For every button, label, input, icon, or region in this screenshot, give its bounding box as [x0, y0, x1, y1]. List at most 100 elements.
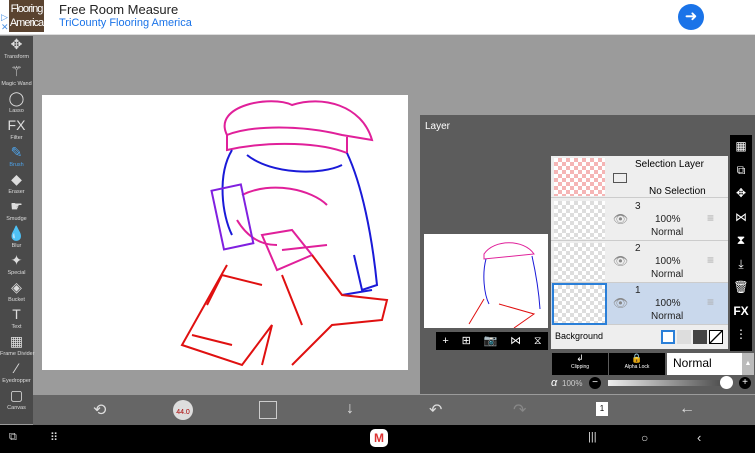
more-icon[interactable]: ⋮ — [730, 323, 752, 347]
alpha-slider-knob[interactable] — [720, 376, 733, 389]
tool-smudge[interactable]: ☛ Smudge — [0, 198, 33, 225]
canvas-icon: ▢ — [9, 387, 24, 403]
blend-mode-select[interactable]: Normal — [667, 353, 742, 375]
ad-choices-icon[interactable]: ▷ ✕ — [1, 12, 9, 32]
add-layer-icon[interactable]: + — [442, 332, 448, 350]
text-icon: T — [12, 306, 21, 322]
alpha-symbol: α — [551, 377, 558, 389]
alpha-increase-button[interactable]: + — [739, 377, 751, 389]
recents-icon[interactable]: ||| — [588, 431, 597, 443]
bg-transparent-option[interactable] — [677, 330, 691, 344]
ad-subtitle[interactable]: TriCounty Flooring America — [59, 17, 192, 29]
tool-label: Transform — [4, 54, 29, 60]
tool-label: Special — [7, 270, 26, 276]
alpha-slider[interactable] — [608, 380, 730, 386]
camera-icon[interactable]: 📷 — [484, 332, 498, 350]
bottom-toolbar: ⟲ 44.0 ↓ ↶ ↷ 1 ← — [33, 395, 755, 425]
lasso-icon: ◯ — [8, 90, 25, 106]
trash-icon[interactable]: 🗑 — [730, 276, 752, 300]
bucket-icon: ◈ — [11, 279, 22, 295]
directions-icon[interactable]: ➜ — [678, 4, 704, 30]
layer-number: 2 — [635, 243, 641, 254]
tool-label: Smudge — [6, 216, 27, 222]
tool-blur[interactable]: 💧 Blur — [0, 225, 33, 252]
tool-text[interactable]: T Text — [0, 306, 33, 333]
drag-handle-icon[interactable]: ≡ — [707, 211, 714, 225]
layer-row[interactable]: 👁 2 100% Normal ≡ — [551, 241, 728, 283]
ad-title[interactable]: Free Room Measure — [59, 2, 178, 17]
system-nav-bar: ⧉ ⠿ M ||| ○ ‹ — [0, 425, 755, 453]
eye-icon[interactable]: 👁 — [613, 296, 628, 310]
flip-v-icon[interactable]: ⧗ — [730, 229, 752, 253]
tool-brush[interactable]: ✎ Brush — [0, 144, 33, 171]
tool-bucket[interactable]: ◈ Bucket — [0, 279, 33, 306]
eye-icon[interactable]: 👁 — [613, 212, 628, 226]
selection-layer-row[interactable]: Selection Layer No Selection — [551, 156, 728, 198]
background-row: Background — [551, 326, 728, 349]
back-arrow-icon[interactable]: ← — [679, 400, 695, 418]
bg-white-option[interactable] — [661, 330, 675, 344]
layer-list: Selection Layer No Selection 👁 3 100% Norma… — [551, 156, 728, 349]
layer-blend-mode: Normal — [651, 311, 684, 322]
alpha-value: 100% — [562, 379, 583, 388]
tool-label: Frame Divider — [0, 351, 35, 357]
tool-magic-wand[interactable]: ⚚ Magic Wand — [0, 63, 33, 90]
blend-dropdown-icon[interactable]: ▲ — [742, 353, 754, 375]
pages-button[interactable]: 1 — [596, 402, 608, 416]
tool-label: Text — [11, 324, 22, 330]
fx-icon[interactable]: FX — [730, 300, 752, 324]
app-drawer-icon[interactable]: ⠿ — [50, 431, 58, 444]
tool-frame-divider[interactable]: ▦ Frame Divider — [0, 333, 35, 360]
layer-row[interactable]: 👁 1 100% Normal ≡ — [551, 283, 728, 325]
blend-mode-value: Normal — [673, 356, 712, 370]
merge-down-icon[interactable]: ⤓ — [730, 253, 752, 277]
tool-transform[interactable]: ✥ Transform — [0, 36, 33, 63]
screenshot-icon[interactable]: ⧉ — [9, 431, 17, 444]
bg-none-option[interactable] — [709, 330, 723, 344]
color-swap-icon[interactable]: ⟲ — [93, 400, 106, 420]
alpha-lock-button[interactable]: 🔒 Alpha Lock — [609, 353, 665, 375]
frame-divider-icon: ▦ — [9, 333, 24, 349]
drag-handle-icon[interactable]: ≡ — [707, 295, 714, 309]
checkerboard-icon[interactable]: ▦ — [730, 135, 752, 159]
layer-opacity: 100% — [655, 298, 681, 309]
tool-label: Bucket — [8, 297, 25, 303]
brush-size-button[interactable]: 44.0 — [173, 400, 193, 420]
background-label: Background — [555, 331, 604, 341]
drawing-canvas[interactable] — [42, 95, 408, 370]
tool-filter[interactable]: FX Filter — [0, 117, 33, 144]
layer-number: 1 — [635, 285, 641, 296]
layer-panel: Layer + ⊞ 📷 ⋈ ⧖ Selection Layer No Selec… — [420, 115, 755, 394]
flip-vertical-icon[interactable]: ⧖ — [534, 332, 542, 350]
drag-handle-icon[interactable]: ≡ — [707, 253, 714, 267]
move-icon[interactable]: ✥ — [730, 182, 752, 206]
alpha-decrease-button[interactable]: − — [589, 377, 601, 389]
ad-banner[interactable]: ▷ ✕ Flooring America Free Room Measure Tr… — [0, 0, 755, 35]
redo-icon[interactable]: ↷ — [513, 400, 526, 420]
tool-eraser[interactable]: ◆ Eraser — [0, 171, 33, 198]
home-icon[interactable]: ○ — [641, 431, 648, 445]
special-icon: ✦ — [10, 252, 23, 268]
eye-icon[interactable]: 👁 — [613, 254, 628, 268]
flip-horizontal-icon[interactable]: ⋈ — [510, 332, 521, 350]
layer-move-icon[interactable]: ⧉ — [730, 159, 752, 183]
clipping-button[interactable]: ↲ Clipping — [552, 353, 608, 375]
layer-row[interactable]: 👁 3 100% Normal ≡ — [551, 199, 728, 241]
tool-canvas[interactable]: ▢ Canvas — [0, 387, 33, 414]
undo-icon[interactable]: ↶ — [429, 400, 442, 420]
transform-icon: ✥ — [10, 36, 23, 52]
flip-h-icon[interactable]: ⋈ — [730, 206, 752, 230]
clipping-icon: ↲ — [576, 353, 584, 363]
tool-eyedropper[interactable]: ⁄ Eyedropper — [0, 360, 33, 387]
tool-lasso[interactable]: ◯ Lasso — [0, 90, 33, 117]
down-arrow-icon[interactable]: ↓ — [346, 400, 354, 418]
add-layer-copy-icon[interactable]: ⊞ — [462, 332, 471, 350]
tool-special[interactable]: ✦ Special — [0, 252, 33, 279]
tool-label: Brush — [9, 162, 24, 168]
back-icon[interactable]: ‹ — [697, 430, 701, 445]
color-swatch[interactable] — [259, 401, 277, 419]
tool-label: Blur — [11, 243, 22, 249]
blur-icon: 💧 — [7, 225, 26, 241]
gmail-icon[interactable]: M — [370, 429, 388, 447]
bg-dark-option[interactable] — [693, 330, 707, 344]
